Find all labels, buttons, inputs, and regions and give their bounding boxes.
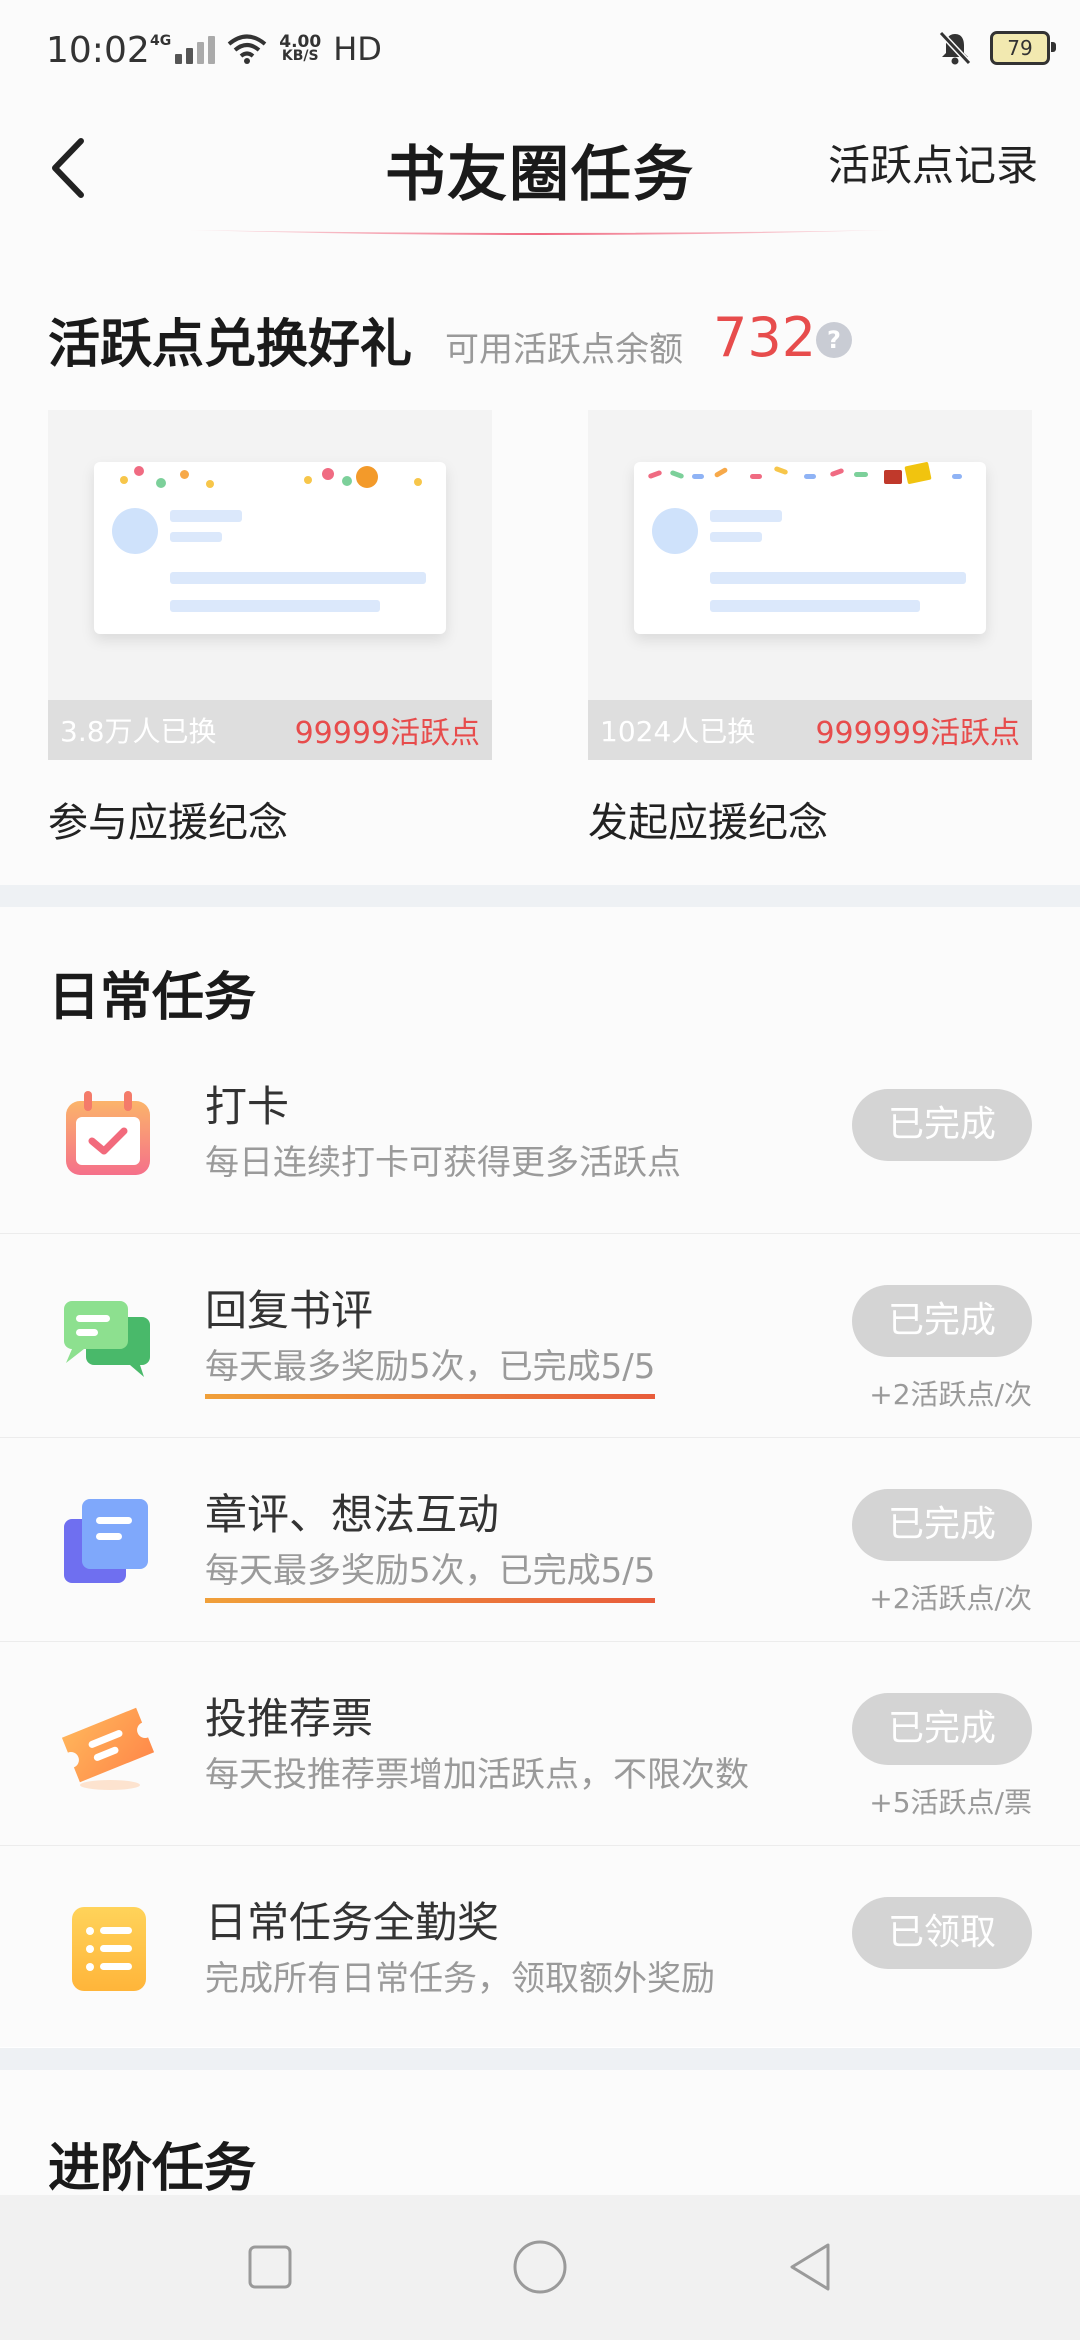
task-row-reply-review: 回复书评 每天最多奖励5次，已完成5/5 已完成 +2活跃点/次 [0, 1233, 1080, 1438]
mute-bell-icon [938, 30, 972, 66]
status-icons: 4G 4.00 KB/S HD [150, 30, 382, 68]
balance-value: 732 [713, 306, 817, 369]
gift-price: 999999活跃点 [815, 716, 1020, 751]
exchange-title: 活跃点兑换好礼 [48, 314, 413, 375]
status-bar: 10:02 4G 4.00 KB/S HD 79 [0, 0, 1080, 110]
task-name: 回复书评 [205, 1286, 374, 1335]
ticket-icon [61, 1707, 155, 1790]
exchange-section: 活跃点兑换好礼 可用活跃点余额 732 ? 3.8万人已换 99999活跃点 参… [0, 250, 1080, 885]
gift-preview [94, 462, 446, 634]
task-reward: +5活跃点/票 [869, 1786, 1032, 1819]
task-status-button[interactable]: 已完成 [852, 1693, 1032, 1765]
gift-footer: 3.8万人已换 99999活跃点 [48, 700, 492, 760]
daily-tasks-title: 日常任务 [48, 967, 257, 1028]
task-description: 完成所有日常任务，领取额外奖励 [205, 1959, 715, 1999]
help-icon[interactable]: ? [816, 322, 852, 358]
task-status-button[interactable]: 已完成 [852, 1489, 1032, 1561]
task-description: 每天投推荐票增加活跃点，不限次数 [205, 1755, 749, 1795]
hd-indicator: HD [333, 30, 382, 68]
gift-preview [634, 461, 986, 634]
battery-icon: 79 [990, 31, 1056, 65]
gift-price: 99999活跃点 [294, 716, 480, 751]
speed-value: 4.00 [279, 32, 322, 52]
list-clipboard-icon [72, 1907, 146, 1991]
task-name: 章评、想法互动 [205, 1490, 500, 1539]
task-description: 每日连续打卡可获得更多活跃点 [205, 1143, 681, 1183]
back-nav-button[interactable] [780, 2237, 840, 2297]
task-status-button[interactable]: 已完成 [852, 1285, 1032, 1357]
gift-name[interactable]: 参与应援纪念 [48, 790, 288, 848]
task-row-attendance-bonus: 日常任务全勤奖 完成所有日常任务，领取额外奖励 已领取 [0, 1845, 1080, 2049]
task-reward: +2活跃点/次 [869, 1378, 1032, 1411]
gift-card-initiate[interactable]: 1024人已换 999999活跃点 [588, 410, 1032, 760]
status-time: 10:02 [46, 30, 150, 71]
section-divider [0, 885, 1080, 907]
activity-record-link[interactable]: 活跃点记录 [828, 132, 1038, 193]
page-header: 书友圈任务 活跃点记录 [0, 110, 1080, 250]
task-description: 每天最多奖励5次，已完成5/5 [205, 1543, 656, 1603]
gift-exchange-count: 1024人已换 [600, 715, 756, 748]
home-button[interactable] [510, 2237, 570, 2297]
task-status-button[interactable]: 已完成 [852, 1089, 1032, 1161]
advanced-tasks-section: 进阶任务 [0, 2070, 1080, 2199]
chat-bubbles-icon [64, 1301, 150, 1377]
recents-button[interactable] [240, 2237, 300, 2297]
gift-footer: 1024人已换 999999活跃点 [588, 700, 1032, 760]
daily-tasks-section: 日常任务 打卡 每日连续打卡可获得更多活跃点 已完成 回复书评 每天最多奖励5次… [0, 907, 1080, 2047]
square-icon [248, 2245, 292, 2289]
signal-icon: 4G [150, 33, 216, 64]
section-divider [0, 2048, 1080, 2070]
title-underline [190, 230, 890, 235]
note-cards-icon [64, 1499, 148, 1583]
task-row-checkin: 打卡 每日连续打卡可获得更多活跃点 已完成 [0, 1029, 1080, 1234]
circle-icon [513, 2240, 567, 2294]
avatar-placeholder [112, 508, 158, 554]
task-reward: +2活跃点/次 [869, 1582, 1032, 1615]
network-speed: 4.00 KB/S [279, 32, 322, 64]
task-name: 投推荐票 [205, 1694, 374, 1743]
avatar-placeholder [652, 508, 698, 554]
task-name: 日常任务全勤奖 [205, 1898, 500, 1947]
task-description: 每天最多奖励5次，已完成5/5 [205, 1339, 656, 1399]
task-row-chapter-comment: 章评、想法互动 每天最多奖励5次，已完成5/5 已完成 +2活跃点/次 [0, 1437, 1080, 1642]
gift-name[interactable]: 发起应援纪念 [588, 790, 828, 848]
system-nav-bar [0, 2195, 1080, 2340]
speed-unit: KB/S [281, 48, 319, 64]
balance-label: 可用活跃点余额 [445, 330, 683, 370]
gift-exchange-count: 3.8万人已换 [60, 715, 217, 748]
task-name: 打卡 [205, 1082, 290, 1131]
triangle-back-icon [790, 2243, 830, 2291]
network-type: 4G [150, 33, 172, 49]
gift-card-participate[interactable]: 3.8万人已换 99999活跃点 [48, 410, 492, 760]
task-row-vote-ticket: 投推荐票 每天投推荐票增加活跃点，不限次数 已完成 +5活跃点/票 [0, 1641, 1080, 1846]
wifi-icon [227, 34, 267, 64]
task-status-button[interactable]: 已领取 [852, 1897, 1032, 1969]
calendar-check-icon [66, 1091, 150, 1175]
advanced-tasks-title: 进阶任务 [48, 2138, 257, 2199]
